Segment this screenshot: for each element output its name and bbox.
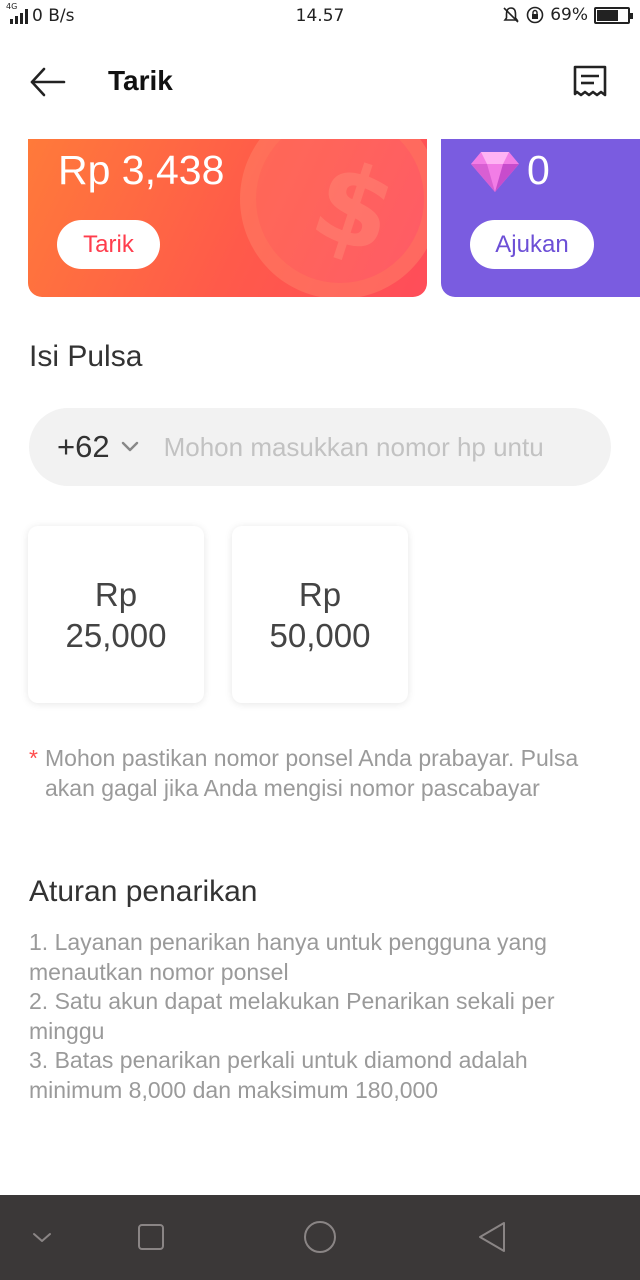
battery-percent: 69% xyxy=(550,5,588,25)
cash-balance: Rp 3,438 xyxy=(58,147,225,193)
cash-balance-card: $ Rp 3,438 Tarik xyxy=(28,139,427,297)
chevron-down-icon xyxy=(121,441,138,452)
amount-option-25000[interactable]: Rp 25,000 xyxy=(28,526,204,703)
apply-button[interactable]: Ajukan xyxy=(470,220,594,269)
battery-fill xyxy=(597,9,618,21)
back-triangle-icon[interactable] xyxy=(470,1215,514,1259)
arrow-left-icon[interactable] xyxy=(28,62,68,102)
required-star: * xyxy=(29,745,38,771)
rules-title: Aturan penarikan xyxy=(29,875,258,908)
rule-item: 2. Satu akun dapat melakukan Penarikan s… xyxy=(29,988,555,1044)
withdraw-button[interactable]: Tarik xyxy=(57,220,160,269)
amount-option-50000[interactable]: Rp 50,000 xyxy=(232,526,408,703)
diamond-count: 0 xyxy=(527,147,550,193)
chevron-down-icon[interactable] xyxy=(20,1215,64,1259)
amount-currency: Rp xyxy=(298,575,342,613)
rule-item: 1. Layanan penarikan hanya untuk penggun… xyxy=(29,929,547,985)
home-icon[interactable] xyxy=(298,1215,342,1259)
status-right: 69% xyxy=(502,5,633,25)
rotation-lock-icon xyxy=(526,6,544,24)
status-bar: 4G 0 B/s 14.57 69% xyxy=(0,0,640,34)
section-title-pulsa: Isi Pulsa xyxy=(29,340,143,373)
phone-input-group: +62 xyxy=(29,408,611,486)
system-nav-bar xyxy=(0,1195,640,1280)
amount-currency: Rp xyxy=(94,575,138,613)
phone-number-input[interactable] xyxy=(163,431,611,463)
receipt-icon[interactable] xyxy=(570,62,610,102)
prepaid-note: * Mohon pastikan nomor ponsel Anda praba… xyxy=(29,744,589,803)
recent-apps-icon[interactable] xyxy=(129,1215,173,1259)
app-header: Tarik xyxy=(0,40,640,124)
rule-item: 3. Batas penarikan perkali untuk diamond… xyxy=(29,1047,528,1103)
country-code: +62 xyxy=(57,429,110,464)
diamond-balance-card: 0 Ajukan xyxy=(441,139,640,297)
bell-off-icon xyxy=(503,7,519,23)
amount-value: 25,000 xyxy=(65,616,167,654)
country-code-select[interactable]: +62 xyxy=(57,429,140,465)
amount-value: 50,000 xyxy=(269,616,371,654)
page-title: Tarik xyxy=(108,65,173,96)
rules-list: 1. Layanan penarikan hanya untuk penggun… xyxy=(29,928,604,1105)
battery-icon xyxy=(594,6,633,24)
coin-icon: $ xyxy=(240,139,427,297)
note-text: Mohon pastikan nomor ponsel Anda prabaya… xyxy=(45,745,579,801)
diamond-icon xyxy=(471,152,519,192)
